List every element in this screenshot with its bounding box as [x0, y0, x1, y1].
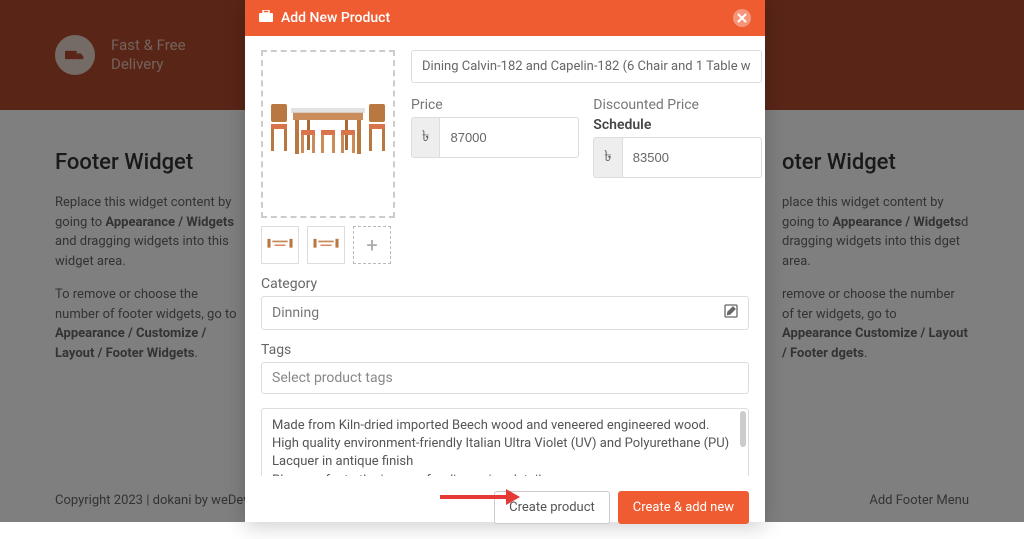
gallery-thumb[interactable]: [261, 226, 299, 264]
category-select[interactable]: Dinning: [261, 296, 749, 330]
price-input[interactable]: [439, 117, 579, 158]
modal-body: Dining Calvin-182 and Capelin-182 (6 Cha…: [245, 36, 765, 476]
gallery-thumb[interactable]: [307, 226, 345, 264]
description-text: Made from Kiln-dried imported Beech wood…: [272, 417, 738, 476]
modal-footer: Create product Create & add new: [245, 476, 765, 539]
edit-icon: [724, 304, 738, 322]
tags-label: Tags: [261, 342, 749, 358]
create-product-button[interactable]: Create product: [494, 491, 610, 524]
add-gallery-image[interactable]: +: [353, 226, 391, 264]
category-value: Dinning: [272, 305, 319, 321]
currency-symbol: ৳: [411, 117, 439, 158]
modal-title: Add New Product: [281, 10, 390, 26]
schedule-link[interactable]: Schedule: [593, 117, 761, 133]
product-title-input[interactable]: Dining Calvin-182 and Capelin-182 (6 Cha…: [411, 50, 762, 83]
briefcase-icon: [259, 10, 273, 26]
close-icon[interactable]: [733, 9, 751, 27]
description-textarea[interactable]: Made from Kiln-dried imported Beech wood…: [261, 408, 749, 476]
add-product-modal: Add New Product: [245, 0, 765, 522]
price-label: Price: [411, 97, 579, 113]
modal-header: Add New Product: [245, 0, 765, 36]
discounted-input[interactable]: [622, 137, 762, 178]
create-add-new-button[interactable]: Create & add new: [618, 491, 749, 524]
scrollbar[interactable]: [740, 411, 746, 447]
category-label: Category: [261, 276, 749, 292]
currency-symbol: ৳: [593, 137, 621, 178]
featured-image-upload[interactable]: [261, 50, 395, 218]
tags-input[interactable]: Select product tags: [261, 362, 749, 394]
discounted-label: Discounted Price: [593, 97, 761, 113]
